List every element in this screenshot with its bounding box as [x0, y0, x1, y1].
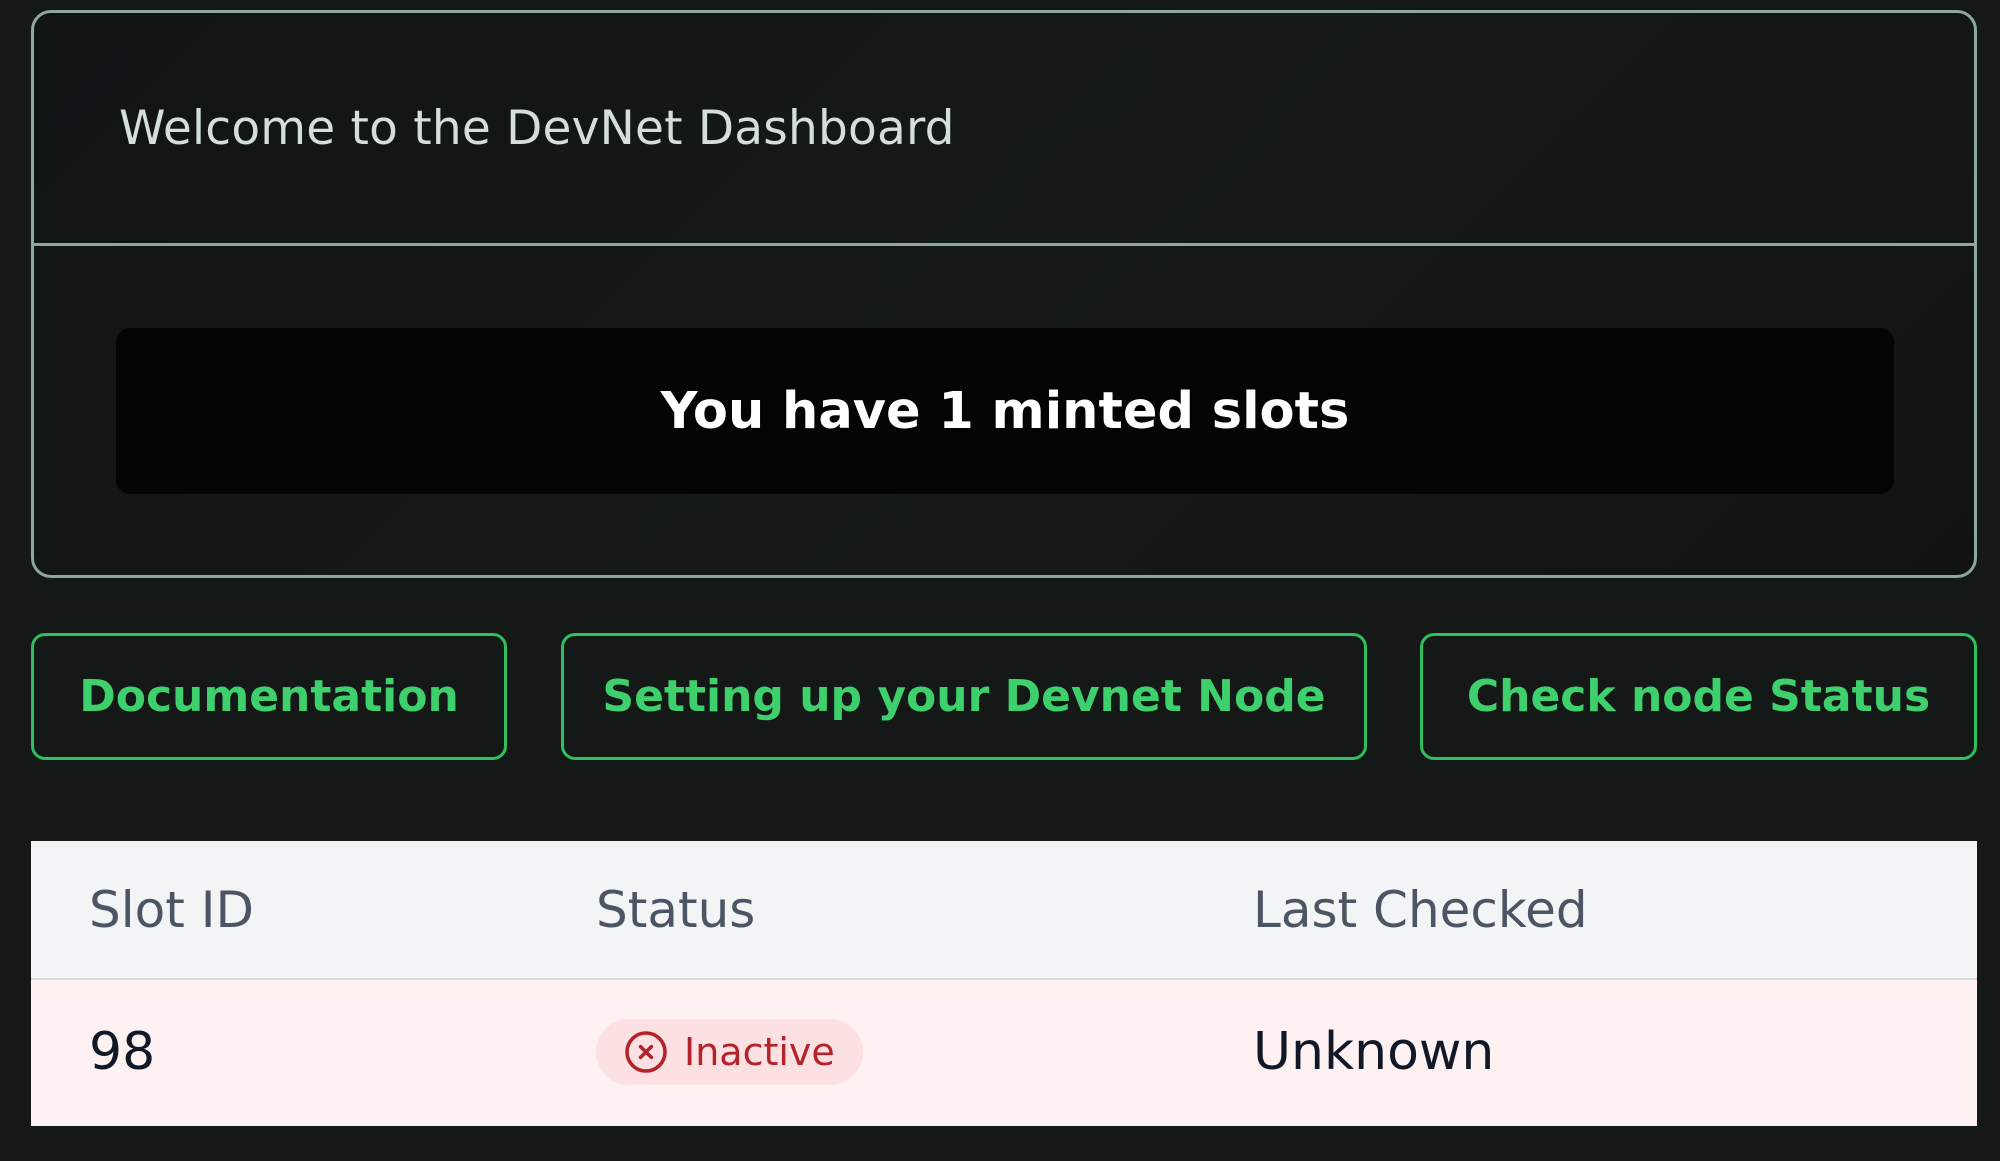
- check-node-status-button[interactable]: Check node Status: [1420, 633, 1977, 760]
- slot-id-cell: 98: [89, 1022, 156, 1082]
- welcome-card-body: You have 1 minted slots: [34, 246, 1974, 494]
- welcome-title: Welcome to the DevNet Dashboard: [119, 100, 955, 156]
- action-buttons: Documentation Setting up your Devnet Nod…: [31, 633, 1977, 760]
- devnet-dashboard-page: Welcome to the DevNet Dashboard You have…: [0, 0, 2000, 1161]
- minted-slots-message: You have 1 minted slots: [116, 328, 1894, 494]
- documentation-button[interactable]: Documentation: [31, 633, 507, 760]
- header-slot-id: Slot ID: [89, 880, 254, 939]
- status-badge-label: Inactive: [684, 1030, 835, 1074]
- welcome-card: Welcome to the DevNet Dashboard You have…: [31, 10, 1977, 578]
- x-circle-icon: [622, 1028, 670, 1076]
- table-row: 98 Inactive Unknown: [31, 980, 1977, 1124]
- setup-node-button[interactable]: Setting up your Devnet Node: [561, 633, 1367, 760]
- last-checked-cell: Unknown: [1253, 1022, 1495, 1082]
- welcome-card-header: Welcome to the DevNet Dashboard: [34, 13, 1974, 246]
- table-header-row: Slot ID Status Last Checked: [31, 841, 1977, 980]
- header-status: Status: [596, 880, 756, 939]
- status-badge: Inactive: [596, 1019, 863, 1085]
- slots-table: Slot ID Status Last Checked 98 Inactive: [31, 841, 1977, 1126]
- status-cell: Inactive: [596, 1019, 863, 1085]
- header-last-checked: Last Checked: [1253, 880, 1588, 939]
